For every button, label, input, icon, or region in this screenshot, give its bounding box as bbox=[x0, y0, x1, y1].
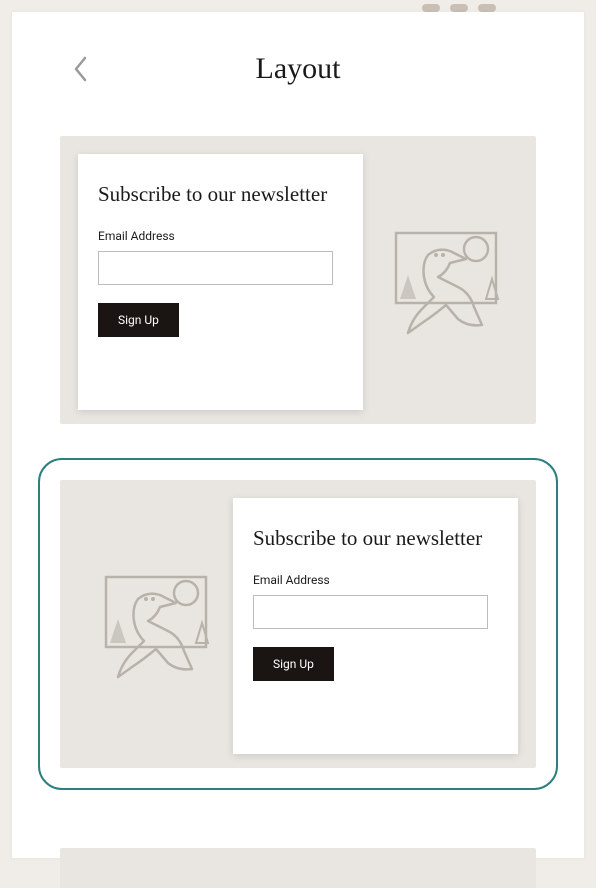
bird-illustration-icon bbox=[88, 559, 228, 689]
form-preview: Subscribe to our newsletter Email Addres… bbox=[78, 154, 363, 410]
layout-option-partial[interactable] bbox=[60, 848, 536, 888]
email-label: Email Address bbox=[253, 573, 498, 587]
signup-button-preview: Sign Up bbox=[253, 647, 334, 681]
form-heading: Subscribe to our newsletter bbox=[98, 182, 343, 207]
bird-illustration-icon bbox=[378, 215, 518, 345]
page-title: Layout bbox=[42, 52, 554, 86]
layout-panel: Layout Subscribe to our newsletter Email… bbox=[12, 12, 584, 858]
email-input-preview bbox=[253, 595, 488, 629]
form-heading: Subscribe to our newsletter bbox=[253, 526, 498, 551]
back-button[interactable] bbox=[72, 54, 90, 84]
panel-header: Layout bbox=[42, 52, 554, 86]
layout-option-form-left[interactable]: Subscribe to our newsletter Email Addres… bbox=[60, 136, 536, 424]
layout-option-form-right[interactable]: Subscribe to our newsletter Email Addres… bbox=[60, 480, 536, 768]
chevron-left-icon bbox=[72, 54, 90, 84]
email-label: Email Address bbox=[98, 229, 343, 243]
form-preview: Subscribe to our newsletter Email Addres… bbox=[233, 498, 518, 754]
signup-button-preview: Sign Up bbox=[98, 303, 179, 337]
email-input-preview bbox=[98, 251, 333, 285]
